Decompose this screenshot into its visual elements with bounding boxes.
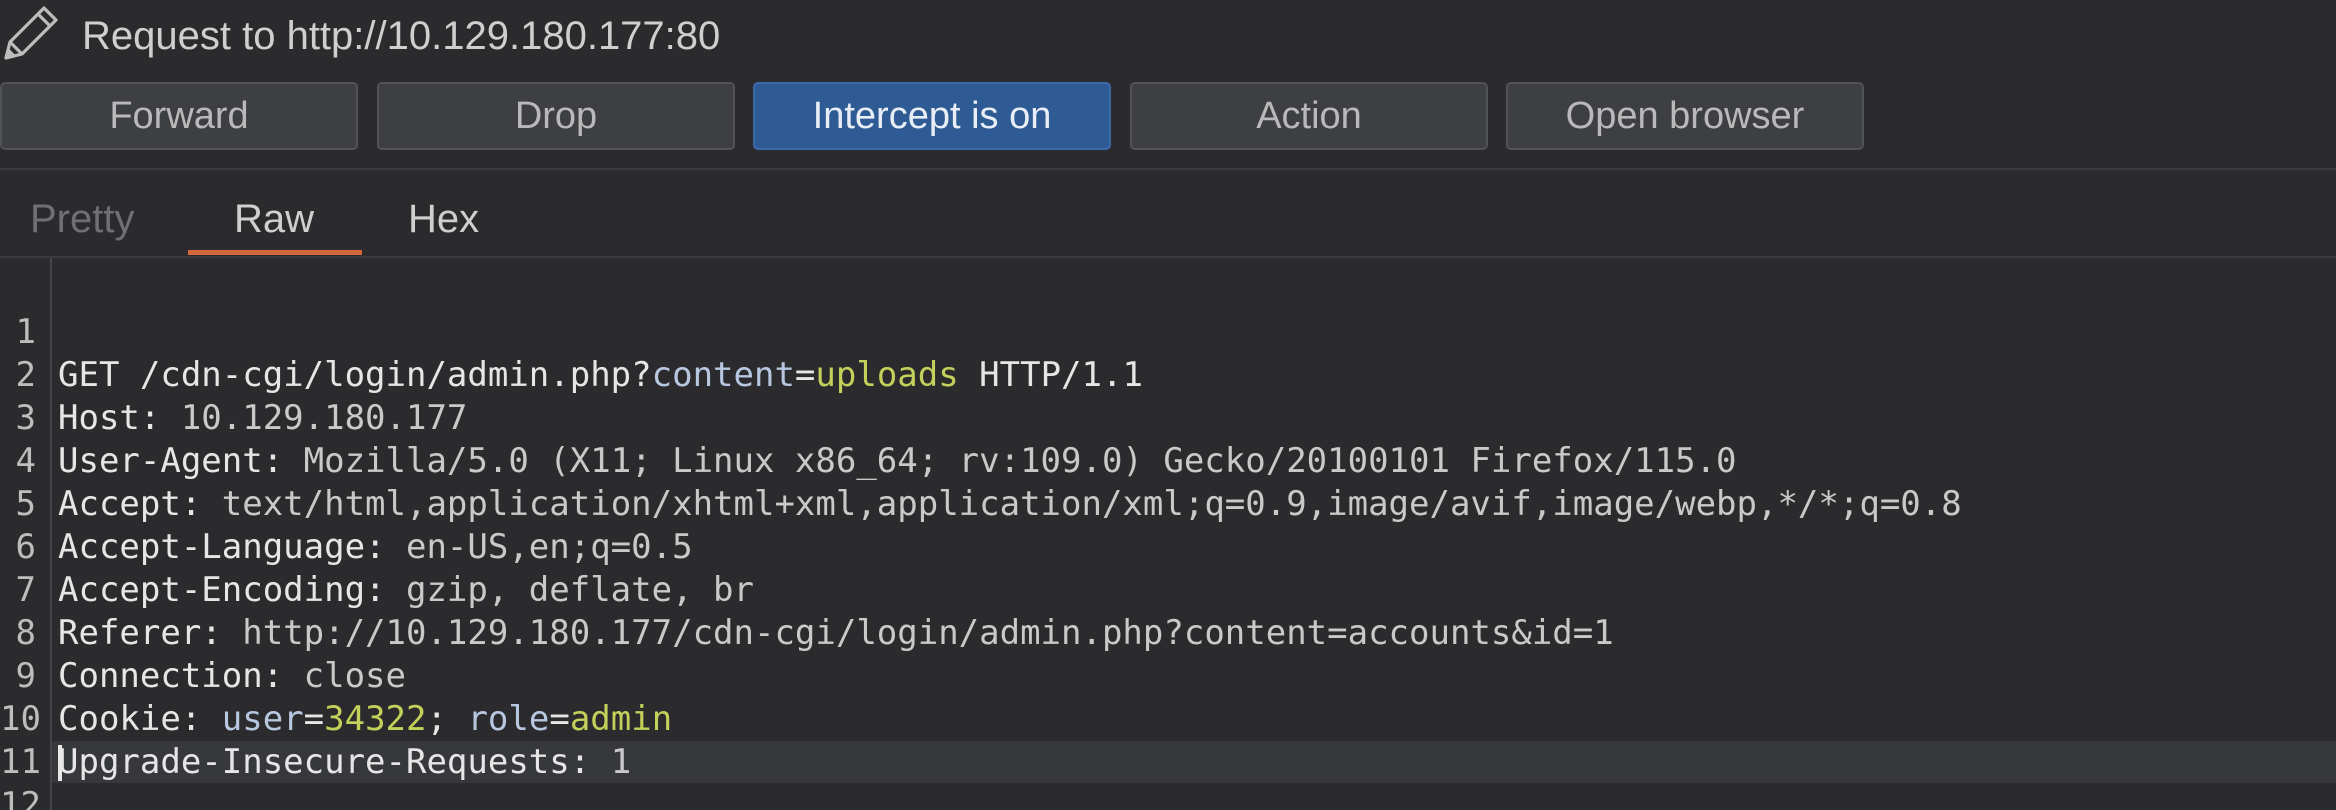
intercept-toolbar: Forward Drop Intercept is on Action Open… [0,82,2336,152]
raw-request-editor[interactable]: 1 GET /cdn-cgi/login/admin.php?content=u… [0,258,2336,810]
header-line-cookie: 9 Cookie: user=34322; role=admin [0,612,2336,739]
intercept-toggle-button[interactable]: Intercept is on [753,82,1111,150]
header-line-referer: 7 Referer: http://10.129.180.177/cdn-cgi… [0,526,2336,653]
forward-button[interactable]: Forward [0,82,358,150]
tab-hex[interactable]: Hex [408,194,479,244]
toolbar-divider [0,168,2336,170]
header-line-upgrade-insecure: 10 Upgrade-Insecure-Requests: 1 [0,655,2336,782]
action-button[interactable]: Action [1130,82,1488,150]
header-line-accept: 4 Accept: text/html,application/xhtml+xm… [0,397,2336,524]
intercept-panel: Request to http://10.129.180.177:80 Forw… [0,0,2336,810]
open-browser-button[interactable]: Open browser [1506,82,1864,150]
tab-pretty[interactable]: Pretty [30,194,134,244]
empty-line: 11 [0,698,2336,782]
header-line-host: 2 Host: 10.129.180.177 [0,311,2336,438]
header-line-accept-encoding: 6 Accept-Encoding: gzip, deflate, br [0,483,2336,610]
pencil-icon [0,0,64,64]
tab-raw[interactable]: Raw [234,194,314,244]
header-line-user-agent: 3 User-Agent: Mozilla/5.0 (X11; Linux x8… [0,354,2336,481]
drop-button[interactable]: Drop [377,82,735,150]
body-line: 12 [0,741,2336,810]
request-title-bar: Request to http://10.129.180.177:80 [0,0,2336,72]
line-number: 12 [0,785,41,810]
header-line-connection: 8 Connection: close [0,569,2336,696]
active-tab-indicator [188,250,362,255]
header-line-accept-language: 5 Accept-Language: en-US,en;q=0.5 [0,440,2336,567]
request-title: Request to http://10.129.180.177:80 [82,14,721,58]
message-view-tabs: Pretty Raw Hex [0,184,2336,256]
text-cursor [58,745,62,781]
request-line: 1 GET /cdn-cgi/login/admin.php?content=u… [0,268,2336,395]
